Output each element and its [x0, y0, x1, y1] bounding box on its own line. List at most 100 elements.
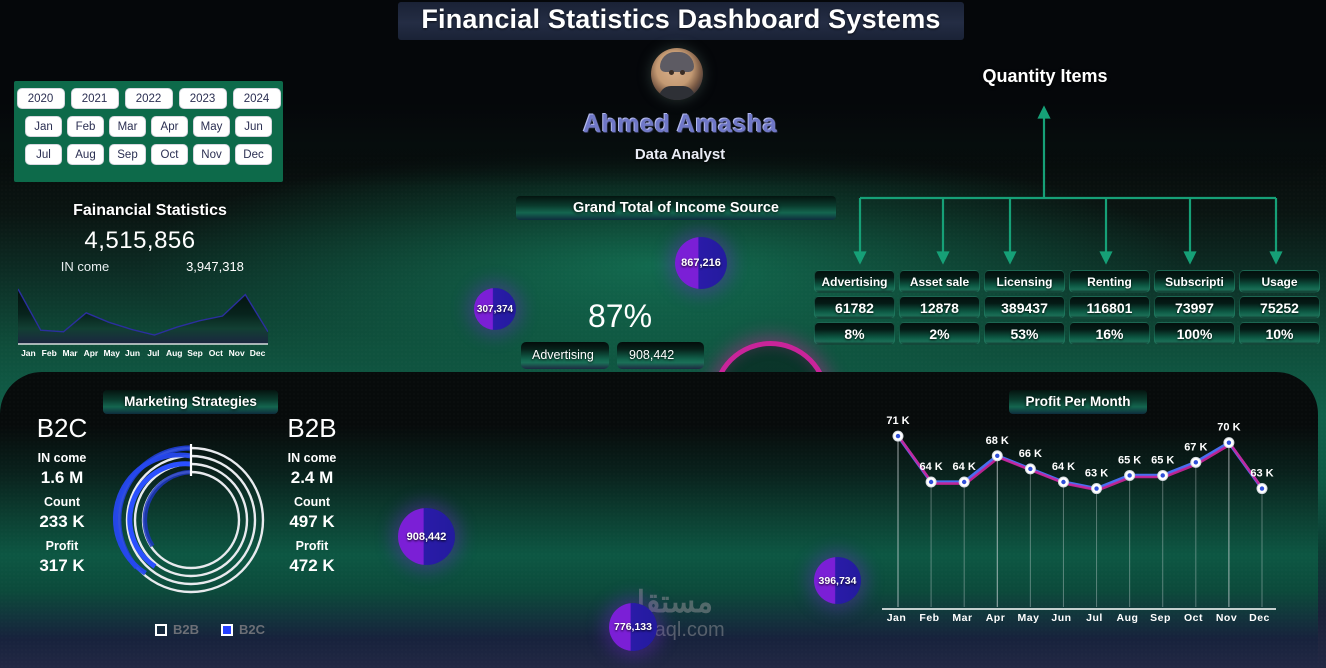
value-bubble: 776,133	[609, 603, 657, 651]
quantity-column-percent: 2%	[899, 322, 980, 345]
watermark-arabic: مستقل	[623, 586, 713, 619]
quantity-column-value: 75252	[1239, 296, 1320, 319]
quantity-column-value: 61782	[814, 296, 895, 319]
year-chip-2021[interactable]: 2021	[70, 88, 119, 109]
watermark: مستقل mostaql.com	[578, 588, 758, 642]
data-label: 68 K	[986, 435, 1009, 447]
quantity-column: Subscripti 73997 100%	[1154, 270, 1235, 345]
avatar-body	[659, 86, 695, 100]
axis-tick-Aug: Aug	[165, 348, 183, 358]
financial-statistics-income: IN come 3,947,318	[20, 259, 280, 274]
month-chip-Apr[interactable]: Apr	[151, 116, 188, 137]
month-chip-Dec[interactable]: Dec	[235, 144, 272, 165]
quantity-column-header: Usage	[1239, 270, 1320, 293]
data-point	[1256, 483, 1268, 495]
quantity-column-header: Renting	[1069, 270, 1150, 293]
grand-total-title-text: Grand Total of Income Source	[573, 200, 779, 216]
month-chip-Nov[interactable]: Nov	[193, 144, 230, 165]
b2c-profit-value: 317 K	[39, 556, 85, 575]
legend-swatch-icon	[154, 623, 167, 636]
month-chip-Oct[interactable]: Oct	[151, 144, 188, 165]
quantity-items-title: Quantity Items	[982, 66, 1108, 86]
axis-tick-Feb: Feb	[919, 612, 940, 624]
year-selector-row: 2020 2021 2022 2023 2024	[14, 88, 283, 109]
month-chip-Sep[interactable]: Sep	[109, 144, 146, 165]
quantity-column-percent: 10%	[1239, 322, 1320, 345]
data-point	[892, 430, 904, 442]
quantity-column-header: Licensing	[984, 270, 1065, 293]
marketing-strategies-title-text: Marketing Strategies	[124, 394, 257, 409]
month-chip-May[interactable]: May	[193, 116, 230, 137]
b2c-income-label: IN come	[37, 451, 87, 465]
month-selector-row-1: Jan Feb Mar Apr May Jun	[14, 116, 283, 137]
quantity-column: Usage 75252 10%	[1239, 270, 1320, 345]
axis-tick-Feb: Feb	[41, 348, 57, 358]
month-chip-Jun[interactable]: Jun	[235, 116, 272, 137]
legend-item-B2C[interactable]: B2C	[221, 622, 265, 637]
month-chip-Mar[interactable]: Mar	[109, 116, 146, 137]
axis-tick-Nov: Nov	[1215, 612, 1238, 624]
axis-tick-May: May	[1017, 612, 1040, 624]
value-bubble: 396,734	[814, 557, 861, 604]
avatar-eye-left	[669, 70, 674, 75]
data-point	[925, 476, 937, 488]
income-source-name: Advertising	[521, 342, 609, 369]
page-title-text: Financial Statistics Dashboard Systems	[421, 4, 941, 34]
year-chip-2023[interactable]: 2023	[178, 88, 227, 109]
profit-per-month-line-chart: 71 K 64 K 64 K 68 K 66 K 64 K 63 K 65 K 65 K 67 K…	[882, 415, 1276, 610]
financial-statistics-title: Fainancial Statistics	[73, 202, 227, 219]
b2c-count-value: 233 K	[39, 512, 85, 531]
marketing-legend: B2B B2C	[120, 622, 300, 637]
marketing-strategies-title: Marketing Strategies	[103, 390, 278, 414]
quantity-column-header: Subscripti	[1154, 270, 1235, 293]
data-label: 70 K	[1217, 422, 1240, 434]
data-point	[1157, 469, 1169, 481]
data-label: 64 K	[919, 461, 942, 473]
year-chip-2022[interactable]: 2022	[124, 88, 173, 109]
quantity-column-value: 389437	[984, 296, 1065, 319]
axis-tick-Aug: Aug	[1116, 612, 1139, 624]
grand-total-percent: 87%	[587, 298, 653, 334]
axis-tick-May: May	[103, 348, 120, 358]
value-bubble: 307,374	[474, 288, 516, 330]
axis-tick-Dec: Dec	[1249, 612, 1270, 624]
legend-item-B2B[interactable]: B2B	[154, 622, 199, 637]
quantity-column-value: 12878	[899, 296, 980, 319]
axis-tick-Jan: Jan	[21, 348, 36, 358]
year-chip-2024[interactable]: 2024	[232, 88, 281, 109]
month-chip-Jan[interactable]: Jan	[25, 116, 62, 137]
income-value: 3,947,318	[186, 259, 244, 274]
data-point	[1024, 463, 1036, 475]
data-label: 64 K	[1052, 461, 1075, 473]
axis-tick-Sep: Sep	[1150, 612, 1171, 624]
financial-statistics-area-chart	[18, 288, 268, 345]
value-bubble: 867,216	[675, 237, 727, 289]
b2c-count-label: Count	[43, 495, 81, 509]
quantity-column-percent: 16%	[1069, 322, 1150, 345]
year-chip-2020[interactable]: 2020	[16, 88, 65, 109]
b2c-income-value: 1.6 M	[40, 468, 84, 487]
month-chip-Jul[interactable]: Jul	[25, 144, 62, 165]
axis-tick-Sep: Sep	[187, 348, 203, 358]
period-selector: 2020 2021 2022 2023 2024 Jan Feb Mar Apr May Jun …	[14, 81, 283, 182]
quantity-column-header: Advertising	[814, 270, 895, 293]
data-point	[1124, 469, 1136, 481]
data-label: 67 K	[1184, 441, 1207, 453]
avatar[interactable]	[651, 48, 703, 100]
data-label: 65 K	[1151, 454, 1174, 466]
income-source-value: 908,442	[617, 342, 704, 369]
month-chip-Aug[interactable]: Aug	[67, 144, 104, 165]
marketing-donut-rings	[112, 444, 265, 594]
month-chip-Feb[interactable]: Feb	[67, 116, 104, 137]
data-point	[1057, 476, 1069, 488]
data-label: 65 K	[1118, 454, 1141, 466]
data-label: 66 K	[1019, 448, 1042, 460]
data-point	[1091, 483, 1103, 495]
quantity-column-header: Asset sale	[899, 270, 980, 293]
legend-label: B2B	[172, 622, 199, 637]
financial-statistics-total: 4,515,856	[84, 227, 196, 254]
data-label: 64 K	[953, 461, 976, 473]
axis-tick-Jul: Jul	[147, 348, 160, 358]
profit-per-month-x-axis: Jan Feb Mar Apr May Jun Jul Aug Sep Oct Nov Dec	[880, 612, 1276, 624]
value-bubble: 908,442	[398, 508, 455, 565]
